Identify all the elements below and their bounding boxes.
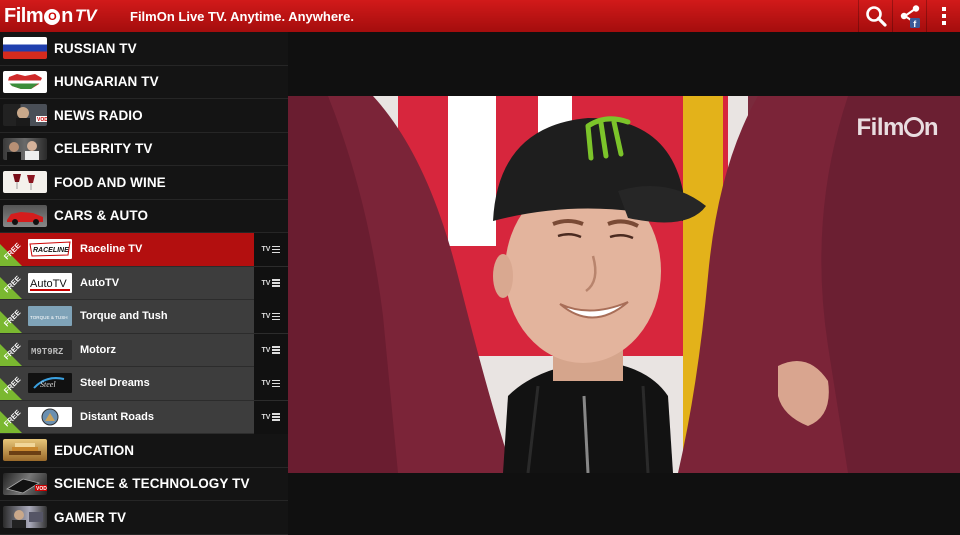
menu-icon xyxy=(272,378,281,389)
svg-text:VOD: VOD xyxy=(37,117,47,123)
category-label: EDUCATION xyxy=(54,442,135,458)
overflow-menu-button[interactable] xyxy=(926,0,960,32)
category-education[interactable]: EDUCATION xyxy=(0,434,288,468)
science-tech-icon: VOD xyxy=(3,472,47,495)
menu-icon xyxy=(272,345,281,356)
channel-options-button[interactable]: TV xyxy=(254,233,288,266)
top-bar: Film On TV FilmOn Live TV. Anytime. Anywh… xyxy=(0,0,960,32)
channel-row-raceline-tv[interactable]: FREE RACELINE Raceline TV TV xyxy=(0,233,288,267)
category-russian-tv[interactable]: RUSSIAN TV xyxy=(0,32,288,66)
channel-logo: AutoTV xyxy=(28,272,72,293)
menu-icon xyxy=(272,278,281,289)
logo-tv-mark: TV xyxy=(74,6,97,25)
filmon-watermark: Film n xyxy=(856,114,938,141)
channel-options-button[interactable]: TV xyxy=(254,400,288,434)
video-player[interactable]: Film n xyxy=(288,32,960,535)
food-wine-icon xyxy=(3,171,47,194)
channel-logo xyxy=(28,406,72,427)
filmon-logo[interactable]: Film On TV xyxy=(0,0,124,32)
category-cars-and-auto[interactable]: CARS & AUTO xyxy=(0,199,288,233)
svg-text:AutoTV: AutoTV xyxy=(30,278,67,290)
channel-options-button[interactable]: TV xyxy=(254,333,288,367)
channel-logo: RACELINE xyxy=(28,239,72,260)
svg-text:M9T9RZ: M9T9RZ xyxy=(31,347,63,357)
gamer-icon xyxy=(3,506,47,529)
news-radio-icon: VOD xyxy=(3,104,47,127)
header-tagline: FilmOn Live TV. Anytime. Anywhere. xyxy=(130,8,354,24)
channel-options-button[interactable]: TV xyxy=(254,300,288,333)
video-frame[interactable]: Film n xyxy=(288,96,960,473)
category-gamer-tv[interactable]: GAMER TV xyxy=(0,501,288,535)
category-celebrity-tv[interactable]: CELEBRITY TV xyxy=(0,132,288,166)
free-badge: FREE xyxy=(0,300,22,333)
category-label: GAMER TV xyxy=(54,509,127,525)
category-food-and-wine[interactable]: FOOD AND WINE xyxy=(0,166,288,200)
category-label: SCIENCE & TECHNOLOGY TV xyxy=(54,476,250,492)
svg-text:VOD: VOD xyxy=(36,486,47,492)
channel-logo: Steel xyxy=(28,373,72,394)
celebrity-icon xyxy=(3,137,47,160)
more-vert-icon xyxy=(941,7,946,25)
search-button[interactable] xyxy=(858,0,892,32)
category-label: HUNGARIAN TV xyxy=(54,74,159,90)
channel-row-torque-and-tush[interactable]: FREE TORQUE & TUSH Torque and Tush TV xyxy=(0,300,288,334)
channel-options-button[interactable]: TV xyxy=(254,266,288,300)
category-label: NEWS RADIO xyxy=(54,107,143,123)
free-badge: FREE xyxy=(0,266,22,300)
free-badge: FREE xyxy=(0,233,22,266)
category-science-and-technology-tv[interactable]: VOD SCIENCE & TECHNOLOGY TV xyxy=(0,467,288,501)
svg-text:TORQUE & TUSH: TORQUE & TUSH xyxy=(30,315,68,320)
share-icon: f xyxy=(900,5,920,28)
free-badge: FREE xyxy=(0,367,22,400)
channel-options-button[interactable]: TV xyxy=(254,367,288,400)
category-label: CELEBRITY TV xyxy=(54,141,153,157)
channel-row-motorz[interactable]: FREE M9T9RZ Motorz TV xyxy=(0,333,288,367)
channel-row-distant-roads[interactable]: FREE Distant Roads TV xyxy=(0,400,288,434)
category-label: FOOD AND WINE xyxy=(54,174,166,190)
car-icon xyxy=(3,204,47,227)
video-image xyxy=(288,96,960,473)
free-badge: FREE xyxy=(0,400,22,434)
category-label: CARS & AUTO xyxy=(54,208,149,224)
free-badge: FREE xyxy=(0,333,22,367)
category-hungarian-tv[interactable]: HUNGARIAN TV xyxy=(0,65,288,99)
russia-flag-icon xyxy=(3,37,47,60)
education-icon xyxy=(3,439,47,462)
channel-logo: TORQUE & TUSH xyxy=(28,306,72,327)
channel-row-autotv[interactable]: FREE AutoTV AutoTV TV xyxy=(0,266,288,300)
logo-wordmark: Film On xyxy=(4,4,73,27)
category-label: RUSSIAN TV xyxy=(54,40,137,56)
channel-sidebar: RUSSIAN TV HUNGARIAN TV VOD NEWS RADIO C… xyxy=(0,32,288,535)
menu-icon xyxy=(272,412,281,423)
search-icon xyxy=(865,6,887,27)
category-news-radio[interactable]: VOD NEWS RADIO xyxy=(0,99,288,133)
svg-text:Steel: Steel xyxy=(40,380,56,389)
share-button[interactable]: f xyxy=(892,0,926,32)
svg-text:RACELINE: RACELINE xyxy=(33,247,69,254)
header-actions: f xyxy=(858,0,960,32)
channel-logo: M9T9RZ xyxy=(28,339,72,360)
menu-icon xyxy=(272,311,281,322)
hungary-map-icon xyxy=(3,70,47,93)
menu-icon xyxy=(272,244,281,255)
channel-row-steel-dreams[interactable]: FREE Steel Steel Dreams TV xyxy=(0,367,288,401)
